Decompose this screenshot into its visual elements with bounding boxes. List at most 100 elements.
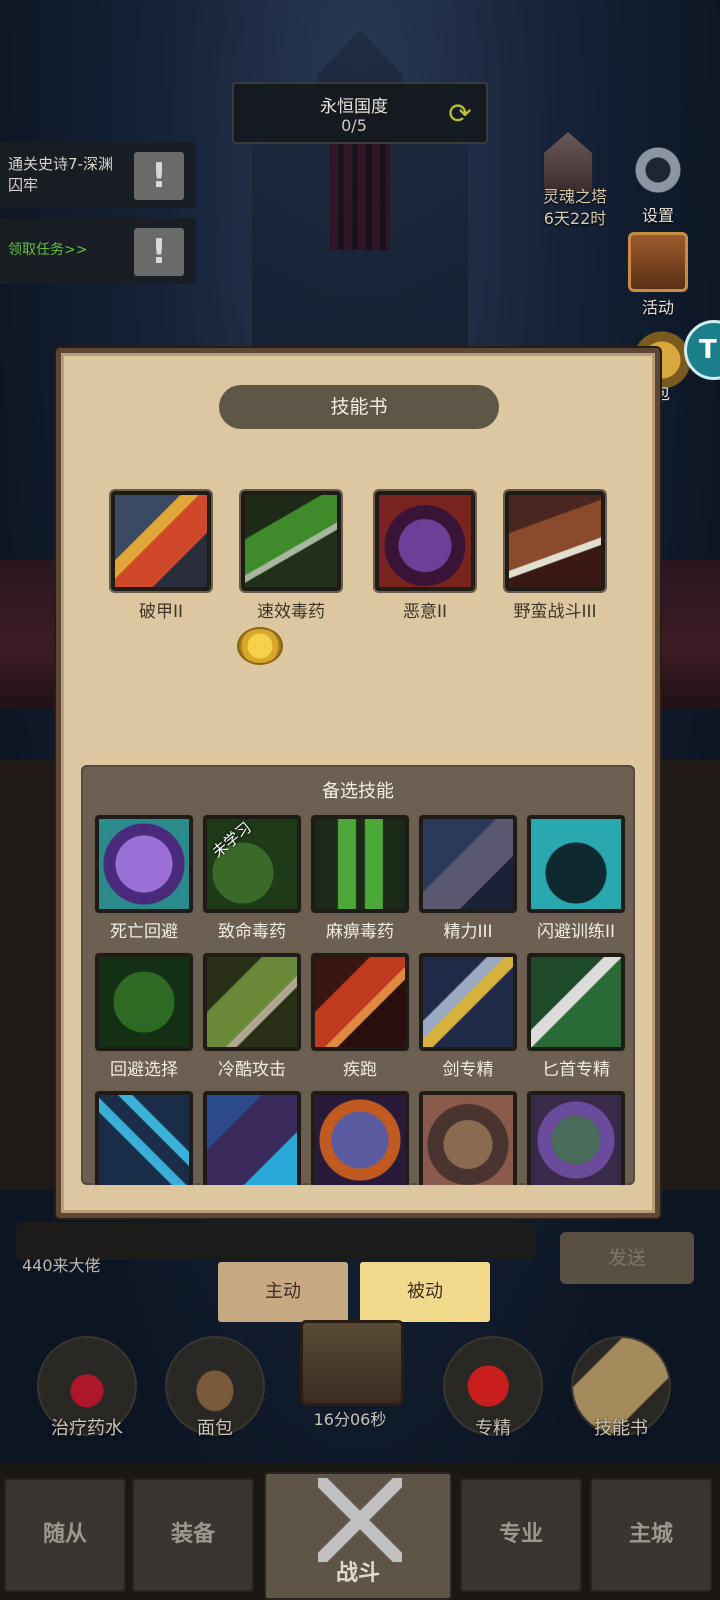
quick-poison-icon bbox=[241, 491, 341, 591]
bread-label: 面包 bbox=[197, 1418, 233, 1439]
quest-item[interactable]: 领取任务>> ! bbox=[0, 218, 196, 284]
equipped-skill[interactable]: 恶意II bbox=[365, 491, 485, 622]
skill-name: 闪避训练II bbox=[536, 922, 616, 942]
send-button[interactable]: 发送 bbox=[560, 1232, 694, 1284]
skillbook-panel: 技能书 破甲II 速效毒药 恶意II 野蛮战斗III 备选技能 死亡回避 未学习… bbox=[56, 348, 660, 1218]
alt-skill[interactable]: 精力III bbox=[413, 815, 523, 942]
castle-window bbox=[330, 140, 390, 250]
realm-progress-box[interactable]: 永恒国度 0/5 ⟳ bbox=[232, 82, 488, 144]
skill-name: 精力III bbox=[443, 922, 493, 942]
alt-skill[interactable]: 回避选择 bbox=[89, 953, 199, 1080]
alt-skill[interactable] bbox=[89, 1091, 199, 1185]
stone-face-icon bbox=[311, 1091, 409, 1185]
alert-icon: ! bbox=[134, 228, 184, 276]
alt-skill[interactable]: 死亡回避 bbox=[89, 815, 199, 942]
potion-label: 治疗药水 bbox=[51, 1418, 123, 1439]
alt-skill[interactable]: 冷酷攻击 bbox=[197, 953, 307, 1080]
coin-icon[interactable] bbox=[237, 627, 283, 665]
skill-name: 疾跑 bbox=[343, 1060, 377, 1080]
alternate-skills-panel: 备选技能 死亡回避 未学习 致命毒药 麻痹毒药 精力III 闪避训练II 回避选… bbox=[81, 765, 635, 1185]
alt-skill[interactable]: 麻痹毒药 bbox=[305, 815, 415, 942]
tower-icon bbox=[544, 132, 592, 192]
skill-name: 致命毒药 bbox=[218, 922, 286, 942]
alt-skill[interactable] bbox=[521, 1091, 631, 1185]
bread-button[interactable]: 面包 bbox=[160, 1336, 270, 1439]
soul-tower-button[interactable] bbox=[528, 132, 608, 192]
skill-name: 麻痹毒药 bbox=[326, 922, 394, 942]
nav-profession[interactable]: 专业 bbox=[460, 1478, 582, 1592]
specialize-label: 专精 bbox=[475, 1418, 511, 1439]
gear-icon bbox=[628, 140, 688, 200]
chest-timer: 16分06秒 bbox=[313, 1410, 387, 1429]
alt-skill[interactable]: 匕首专精 bbox=[521, 953, 631, 1080]
realm-progress: 0/5 bbox=[341, 116, 367, 135]
crossed-swords-icon bbox=[318, 1478, 402, 1562]
equipped-skill[interactable]: 野蛮战斗III bbox=[495, 491, 615, 622]
skill-name: 冷酷攻击 bbox=[218, 1060, 286, 1080]
skill-name: 恶意II bbox=[402, 602, 448, 622]
evade-choice-icon bbox=[95, 953, 193, 1051]
alternate-skills-title: 备选技能 bbox=[322, 781, 394, 802]
skill-name: 剑专精 bbox=[442, 1060, 494, 1080]
alt-skill[interactable]: 疾跑 bbox=[305, 953, 415, 1080]
panel-title: 技能书 bbox=[219, 385, 499, 429]
quest-item[interactable]: 通关史诗7-深渊囚牢 ! bbox=[0, 142, 196, 208]
skill-name: 破甲II bbox=[138, 602, 184, 622]
skill-name: 回避选择 bbox=[110, 1060, 178, 1080]
hooded-figure-icon bbox=[203, 1091, 301, 1185]
nav-main-city[interactable]: 主城 bbox=[590, 1478, 712, 1592]
skillbook-button[interactable]: 技能书 bbox=[566, 1336, 676, 1439]
skill-name: 死亡回避 bbox=[110, 922, 178, 942]
alt-skill[interactable]: 未学习 致命毒药 bbox=[197, 815, 307, 942]
potion-button[interactable]: 治疗药水 bbox=[32, 1336, 142, 1439]
skill-name: 野蛮战斗III bbox=[513, 602, 597, 622]
skillbook-label: 技能书 bbox=[594, 1418, 648, 1439]
alt-skill[interactable] bbox=[197, 1091, 307, 1185]
refresh-icon[interactable]: ⟳ bbox=[444, 98, 476, 130]
tower-name: 灵魂之塔 bbox=[542, 187, 607, 206]
settings-label: 设置 bbox=[641, 206, 674, 225]
malice-icon bbox=[375, 491, 475, 591]
events-label: 活动 bbox=[641, 298, 674, 317]
paralysis-poison-icon bbox=[311, 815, 409, 913]
calendar-icon bbox=[628, 232, 688, 292]
skill-name: 速效毒药 bbox=[257, 602, 325, 622]
active-skills-tab[interactable]: 主动 bbox=[218, 1262, 348, 1322]
equipped-skills: 破甲II 速效毒药 恶意II 野蛮战斗III bbox=[61, 491, 655, 641]
savage-combat-icon bbox=[505, 491, 605, 591]
chat-message: 440来大佬 bbox=[22, 1256, 101, 1275]
dwarf-icon bbox=[419, 1091, 517, 1185]
equipped-skill[interactable]: 破甲II bbox=[101, 491, 221, 622]
armor-break-icon bbox=[111, 491, 211, 591]
dagger-mastery-icon bbox=[527, 953, 625, 1051]
tower-timer: 6天22时 bbox=[543, 209, 607, 228]
passive-skills-tab[interactable]: 被动 bbox=[360, 1262, 490, 1322]
specialize-button[interactable]: 专精 bbox=[438, 1336, 548, 1439]
chest-icon[interactable] bbox=[300, 1320, 404, 1406]
equipped-skill[interactable]: 速效毒药 bbox=[231, 491, 351, 622]
quest-text: 通关史诗7-深渊囚牢 bbox=[8, 155, 113, 194]
alt-skill[interactable]: 剑专精 bbox=[413, 953, 523, 1080]
alt-skill[interactable] bbox=[413, 1091, 523, 1185]
nav-followers[interactable]: 随从 bbox=[4, 1478, 126, 1592]
ruthless-attack-icon bbox=[203, 953, 301, 1051]
unlearned-badge: 未学习 bbox=[208, 818, 255, 862]
alert-icon: ! bbox=[134, 152, 184, 200]
goblin-icon bbox=[527, 1091, 625, 1185]
crossed-blades-icon bbox=[95, 1091, 193, 1185]
skill-name: 匕首专精 bbox=[542, 1060, 610, 1080]
sword-mastery-icon bbox=[419, 953, 517, 1051]
alt-skill[interactable]: 闪避训练II bbox=[521, 815, 631, 942]
settings-button[interactable]: 设置 bbox=[618, 140, 698, 226]
sprint-icon bbox=[311, 953, 409, 1051]
nav-equipment[interactable]: 装备 bbox=[132, 1478, 254, 1592]
soul-tower-info: 灵魂之塔 6天22时 bbox=[520, 186, 630, 230]
death-evade-icon bbox=[95, 815, 193, 913]
alt-skill[interactable] bbox=[305, 1091, 415, 1185]
quest-text: 领取任务>> bbox=[8, 242, 88, 258]
vigor-icon bbox=[419, 815, 517, 913]
realm-title: 永恒国度 bbox=[320, 97, 388, 117]
deadly-poison-icon: 未学习 bbox=[203, 815, 301, 913]
events-button[interactable]: 活动 bbox=[618, 232, 698, 318]
dodge-training-icon bbox=[527, 815, 625, 913]
